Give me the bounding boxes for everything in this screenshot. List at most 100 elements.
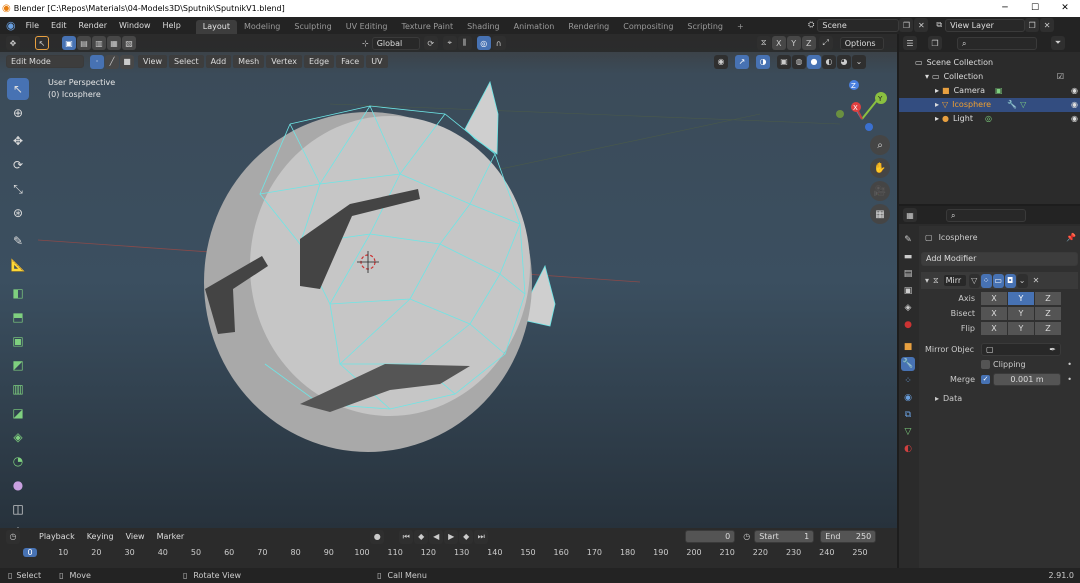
collection-icon: ▭ xyxy=(932,72,940,81)
view-layer-delete-icon[interactable]: ✕ xyxy=(1040,18,1055,32)
blender-logo-icon: ◉ xyxy=(2,3,11,14)
flip-y-button[interactable]: Y xyxy=(1008,322,1034,335)
tab-layout[interactable]: Layout xyxy=(195,20,237,34)
bisect-x-button[interactable]: X xyxy=(981,307,1007,320)
add-modifier-dropdown[interactable]: Add Modifier xyxy=(921,252,1078,266)
close-button[interactable]: ✕ xyxy=(1050,0,1080,17)
maximize-button[interactable]: ☐ xyxy=(1020,0,1050,17)
menu-window[interactable]: Window xyxy=(113,21,157,30)
outliner-editor-icon[interactable]: ☰ xyxy=(903,36,917,50)
outliner-item-camera[interactable]: ▸ ■ Camera ▣ ◉ xyxy=(915,84,1080,98)
outliner-item-icosphere[interactable]: ▸ ▽ Icosphere 🔧 ▽ ◉ xyxy=(899,98,1080,112)
object-tab-icon[interactable]: ■ xyxy=(901,340,915,354)
tab-rendering[interactable]: Rendering xyxy=(561,20,616,34)
tab-shading[interactable]: Shading xyxy=(460,20,507,34)
mesh-canvas[interactable]: Z Y X xyxy=(0,34,897,528)
modifier-name-input[interactable]: Mirr xyxy=(942,274,967,287)
tab-uv-editing[interactable]: UV Editing xyxy=(339,20,395,34)
flip-x-button[interactable]: X xyxy=(981,322,1007,335)
edit-mode-icon[interactable]: ⁘ xyxy=(980,273,992,288)
bisect-z-button[interactable]: Z xyxy=(1035,307,1061,320)
checkbox-icon[interactable]: ☑ xyxy=(1057,70,1064,84)
render-tab-icon[interactable]: ▬ xyxy=(901,250,915,264)
visibility-eye-icon[interactable]: ◉ xyxy=(1071,112,1078,126)
scene-delete-icon[interactable]: ✕ xyxy=(914,18,929,32)
scene-browse-icon[interactable]: ❐ xyxy=(899,18,914,32)
menu-render[interactable]: Render xyxy=(73,21,113,30)
scene-selector[interactable]: Scene xyxy=(817,18,900,32)
menu-help[interactable]: Help xyxy=(157,21,187,30)
flip-z-button[interactable]: Z xyxy=(1035,322,1061,335)
bisect-y-button[interactable]: Y xyxy=(1008,307,1034,320)
visibility-eye-icon[interactable]: ◉ xyxy=(1071,98,1078,112)
properties-editor-icon[interactable]: ▦ xyxy=(903,208,917,222)
physics-tab-icon[interactable]: ◉ xyxy=(901,391,915,405)
timeline-tick: 150 xyxy=(520,548,536,557)
tab-animation[interactable]: Animation xyxy=(507,20,562,34)
navigation-gizmo[interactable]: Z Y X xyxy=(836,80,887,131)
gizmo-neg-z-handle[interactable] xyxy=(865,123,873,131)
expand-arrow-icon[interactable]: ▸ xyxy=(935,394,939,403)
view-layer-tab-icon[interactable]: ▣ xyxy=(901,284,915,298)
visibility-eye-icon[interactable]: ◉ xyxy=(1071,84,1078,98)
tool-tab-icon[interactable]: ✎ xyxy=(901,233,915,247)
scene-collection-row[interactable]: ▭ Scene Collection xyxy=(915,56,1080,70)
axis-y-button[interactable]: Y xyxy=(1008,292,1034,305)
timeline-ruler[interactable]: 0 10 20 30 40 50 60 70 80 90 100 110 120 130 140 150 160… xyxy=(0,528,897,568)
modifier-tab-icon[interactable]: 🔧 xyxy=(901,357,915,371)
mirror-object-field[interactable]: ▢ ✒ xyxy=(981,343,1061,356)
outliner-search-input[interactable]: ⌕ xyxy=(957,36,1037,50)
pan-hand-icon[interactable]: ✋ xyxy=(870,158,890,178)
add-workspace-button[interactable]: + xyxy=(730,20,751,34)
merge-checkbox[interactable]: ✓ xyxy=(981,375,990,384)
menu-edit[interactable]: Edit xyxy=(45,21,73,30)
display-mode-icon[interactable]: ❐ xyxy=(928,36,942,50)
mouse-left-icon: ▯ xyxy=(8,571,13,580)
pin-icon[interactable]: 📌 xyxy=(1066,233,1076,242)
output-tab-icon[interactable]: ▤ xyxy=(901,267,915,281)
status-move: Move xyxy=(69,571,91,580)
expand-arrow-icon[interactable]: ▾ xyxy=(925,70,929,84)
collection-row[interactable]: ▾ ▭ Collection ☑ xyxy=(915,70,1080,84)
outliner-item-light[interactable]: ▸ ● Light ◎ ◉ xyxy=(915,112,1080,126)
tab-compositing[interactable]: Compositing xyxy=(616,20,680,34)
zoom-icon[interactable]: ⌕ xyxy=(870,135,890,155)
scene-tab-icon[interactable]: ◈ xyxy=(901,301,915,315)
eyedropper-icon[interactable]: ✒ xyxy=(1049,344,1056,355)
camera-view-icon[interactable]: 🎥 xyxy=(870,181,890,201)
view-layer-selector[interactable]: View Layer xyxy=(945,18,1026,32)
realtime-icon[interactable]: ▭ xyxy=(992,273,1004,288)
tab-scripting[interactable]: Scripting xyxy=(680,20,730,34)
material-tab-icon[interactable]: ◐ xyxy=(901,442,915,456)
3d-viewport[interactable]: ✥ ↖ ▣ ▤ ▥ ▦ ▧ ⊹ Global ⟳ ⌖ ⫼ ◎ ∩ ⧖ X Y Z… xyxy=(0,34,897,540)
properties-search-input[interactable]: ⌕ xyxy=(946,208,1026,222)
outliner-panel: ☰ ❐ ⌕ ⏷ ▭ Scene Collection ▾ ▭ Collection ☑ … xyxy=(899,34,1080,204)
blender-menu-icon[interactable]: ◉ xyxy=(6,19,16,32)
minimize-button[interactable]: ─ xyxy=(990,0,1020,17)
remove-modifier-icon[interactable]: ✕ xyxy=(1033,276,1040,285)
keyframe-dot-icon[interactable]: • xyxy=(1067,360,1072,369)
keyframe-dot-icon[interactable]: • xyxy=(1067,375,1072,384)
constraints-tab-icon[interactable]: ⧉ xyxy=(901,408,915,422)
tab-sculpting[interactable]: Sculpting xyxy=(287,20,338,34)
view-layer-browse-icon[interactable]: ❐ xyxy=(1025,18,1040,32)
menu-file[interactable]: File xyxy=(20,21,45,30)
merge-distance-field[interactable]: 0.001 m xyxy=(993,373,1061,386)
filter-icon[interactable]: ⏷ xyxy=(1051,36,1065,50)
gizmo-neg-y-handle[interactable] xyxy=(836,110,844,118)
render-icon[interactable]: ◘ xyxy=(1004,273,1016,288)
world-tab-icon[interactable]: ● xyxy=(901,318,915,332)
clipping-checkbox[interactable] xyxy=(981,360,990,369)
axis-z-button[interactable]: Z xyxy=(1035,292,1061,305)
axis-x-button[interactable]: X xyxy=(981,292,1007,305)
tab-texture-paint[interactable]: Texture Paint xyxy=(394,20,460,34)
mouse-right-icon: ▯ xyxy=(182,571,188,580)
tab-modeling[interactable]: Modeling xyxy=(237,20,287,34)
ortho-grid-icon[interactable]: ▦ xyxy=(870,204,890,224)
particles-tab-icon[interactable]: ⁘ xyxy=(901,374,915,388)
edit-cage-icon[interactable]: ▽ xyxy=(968,273,980,288)
modifier-menu-icon[interactable]: ⌄ xyxy=(1016,273,1028,288)
data-subpanel[interactable]: ▸ Data xyxy=(919,394,1080,403)
collapse-arrow-icon[interactable]: ▾ xyxy=(925,276,929,285)
data-tab-icon[interactable]: ▽ xyxy=(901,425,915,439)
